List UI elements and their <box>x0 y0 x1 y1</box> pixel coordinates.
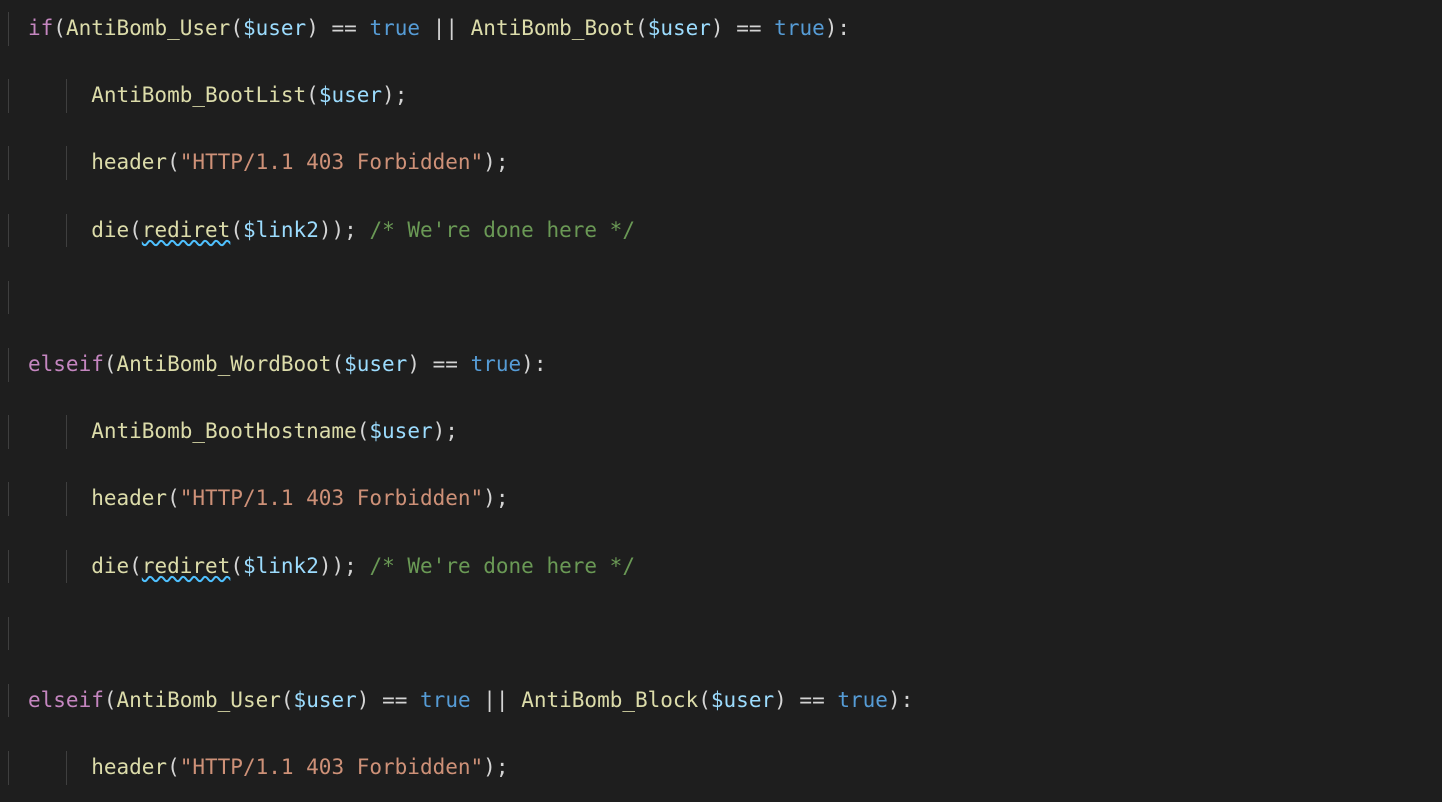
code-line: header("HTTP/1.1 403 Forbidden"); <box>8 146 1434 180</box>
code-line: AntiBomb_BootHostname($user); <box>8 415 1434 449</box>
fn-call: header <box>91 150 167 174</box>
code-line: elseif(AntiBomb_WordBoot($user) == true)… <box>8 348 1434 382</box>
variable: $link2 <box>243 218 319 242</box>
fn-call: AntiBomb_User <box>66 16 230 40</box>
string-literal: "HTTP/1.1 403 Forbidden" <box>180 150 483 174</box>
paren-open: ( <box>53 16 66 40</box>
op-or: || <box>433 16 458 40</box>
fn-call: AntiBomb_BootList <box>91 83 306 107</box>
code-line: AntiBomb_BootList($user); <box>8 79 1434 113</box>
op-eq: == <box>332 16 357 40</box>
code-line: header("HTTP/1.1 403 Forbidden"); <box>8 751 1434 785</box>
code-line-blank <box>8 617 1434 651</box>
keyword-if: if <box>28 16 53 40</box>
const-true: true <box>369 16 420 40</box>
fn-call: AntiBomb_WordBoot <box>117 352 332 376</box>
code-line-blank <box>8 281 1434 315</box>
fn-call-squiggle: rediret <box>142 554 231 578</box>
fn-call: AntiBomb_BootHostname <box>91 419 357 443</box>
code-line: die(rediret($link2)); /* We're done here… <box>8 214 1434 248</box>
code-line: if(AntiBomb_User($user) == true || AntiB… <box>8 12 1434 46</box>
variable: $user <box>243 16 306 40</box>
code-line: elseif(AntiBomb_User($user) == true || A… <box>8 684 1434 718</box>
fn-call-squiggle: rediret <box>142 218 231 242</box>
code-editor[interactable]: if(AntiBomb_User($user) == true || AntiB… <box>0 0 1442 802</box>
code-line: header("HTTP/1.1 403 Forbidden"); <box>8 482 1434 516</box>
code-line: die(rediret($link2)); /* We're done here… <box>8 550 1434 584</box>
fn-call: AntiBomb_Block <box>521 688 698 712</box>
fn-call: die <box>91 218 129 242</box>
fn-call: AntiBomb_Boot <box>471 16 635 40</box>
comment: /* We're done here */ <box>369 218 635 242</box>
keyword-elseif: elseif <box>28 352 104 376</box>
